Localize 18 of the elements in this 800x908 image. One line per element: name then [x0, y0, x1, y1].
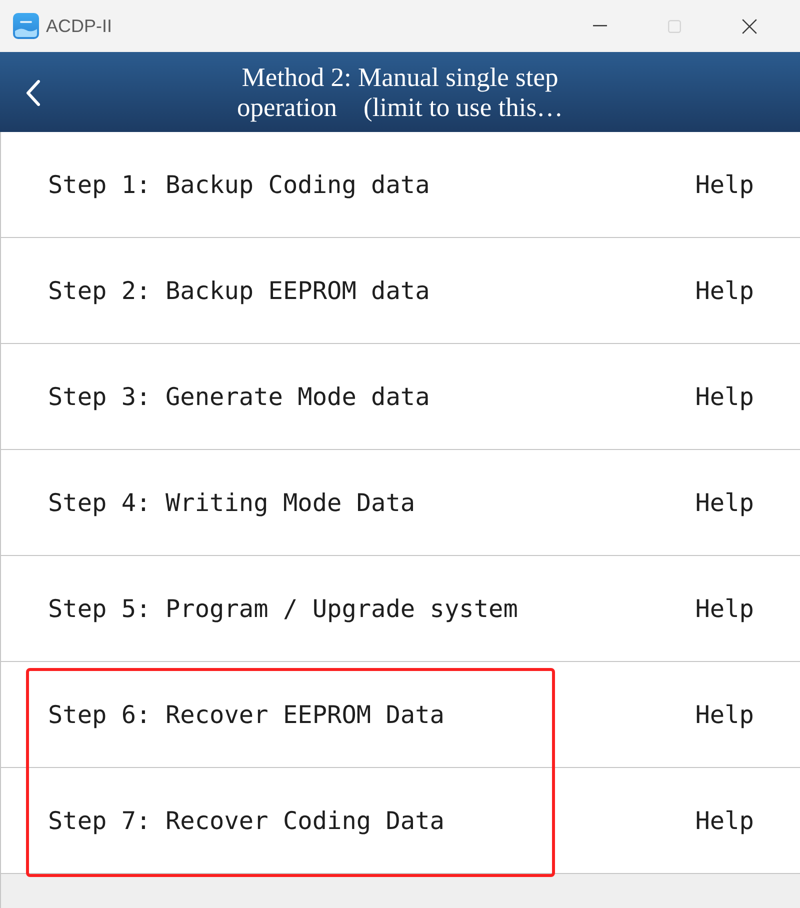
step-label: Step 7: Recover Coding Data — [48, 806, 444, 835]
step-label: Step 1: Backup Coding data — [48, 170, 430, 199]
help-link[interactable]: Help — [695, 276, 754, 305]
step-label: Step 3: Generate Mode data — [48, 382, 430, 411]
help-link[interactable]: Help — [695, 382, 754, 411]
window-title: ACDP-II — [46, 16, 112, 36]
help-link[interactable]: Help — [695, 700, 754, 729]
step-label: Step 2: Backup EEPROM data — [48, 276, 430, 305]
step-label: Step 6: Recover EEPROM Data — [48, 700, 444, 729]
help-link[interactable]: Help — [695, 594, 754, 623]
chevron-left-icon — [26, 80, 40, 106]
step-label: Step 5: Program / Upgrade system — [48, 594, 518, 623]
help-link[interactable]: Help — [695, 488, 754, 517]
help-link[interactable]: Help — [695, 806, 754, 835]
step-label: Step 4: Writing Mode Data — [48, 488, 416, 517]
help-link[interactable]: Help — [695, 170, 754, 199]
page-title: Method 2: Manual single step operation (limit to use this… — [236, 62, 564, 122]
app-icon — [13, 13, 39, 39]
